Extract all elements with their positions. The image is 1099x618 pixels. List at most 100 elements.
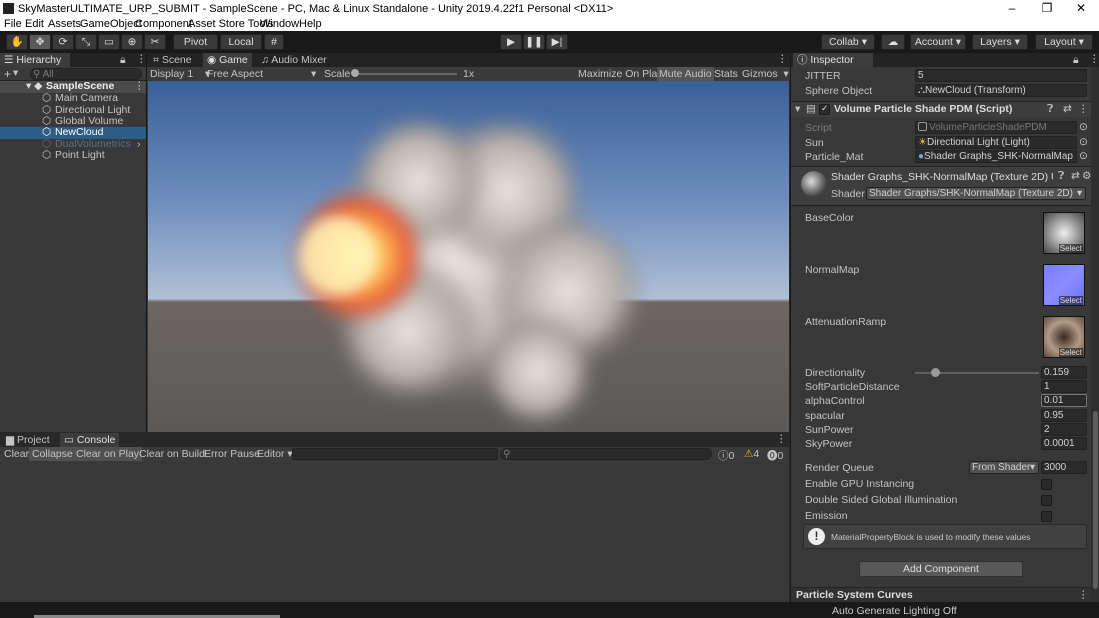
layers-dropdown[interactable]: Layers ▾ bbox=[972, 34, 1028, 50]
attenuationramp-texture-slot[interactable]: Select bbox=[1043, 316, 1085, 358]
maximize-icon[interactable]: ❐ bbox=[1030, 0, 1064, 17]
double-sided-gi-checkbox[interactable] bbox=[1041, 495, 1052, 506]
aspect-chevron-icon[interactable]: ▾ bbox=[311, 68, 316, 80]
mute-audio-toggle[interactable]: Mute Audio bbox=[657, 67, 714, 81]
step-icon[interactable]: ▶| bbox=[546, 34, 568, 50]
tab-project[interactable]: ▆ Project bbox=[2, 433, 54, 447]
preset-icon[interactable]: ⇄ bbox=[1063, 103, 1072, 115]
menu-gameobject[interactable]: GameObject bbox=[80, 18, 142, 30]
console-filter-input[interactable] bbox=[292, 448, 498, 460]
account-dropdown[interactable]: Account ▾ bbox=[910, 34, 966, 50]
shader-dropdown[interactable]: Shader Graphs/SHK-NormalMap (Texture 2D)… bbox=[866, 187, 1086, 200]
info-count-toggle[interactable]: ⓘ0 bbox=[718, 448, 734, 463]
sphere-object-field[interactable]: ⛬NewCloud (Transform) bbox=[915, 84, 1087, 97]
sun-field[interactable]: ☀Directional Light (Light) bbox=[915, 136, 1077, 149]
help-icon[interactable]: ❓︎ bbox=[1058, 170, 1064, 183]
alphacontrol-field[interactable]: 0.01 bbox=[1041, 394, 1087, 407]
console-search-input[interactable]: ⚲ bbox=[500, 448, 712, 460]
play-icon[interactable]: ▶ bbox=[500, 34, 522, 50]
display-dropdown[interactable]: Display 1 ▾ bbox=[150, 68, 210, 80]
rotate-tool-icon[interactable]: ⟳ bbox=[52, 34, 74, 50]
gear-icon[interactable]: ⚙ bbox=[1082, 170, 1091, 182]
collapse-toggle[interactable]: Collapse bbox=[29, 447, 76, 461]
scale-tool-icon[interactable]: ⤡ bbox=[75, 34, 97, 50]
clear-on-play-toggle[interactable]: Clear on Play bbox=[73, 447, 143, 461]
rect-tool-icon[interactable]: ▭ bbox=[98, 34, 120, 50]
menu-edit[interactable]: Edit bbox=[25, 18, 44, 30]
menu-window[interactable]: Window bbox=[260, 18, 299, 30]
emission-checkbox[interactable] bbox=[1041, 511, 1052, 522]
menu-component[interactable]: Component bbox=[135, 18, 192, 30]
render-queue-field[interactable]: 3000 bbox=[1041, 461, 1087, 474]
object-picker-icon[interactable]: ⊙ bbox=[1079, 121, 1088, 133]
chevron-down-icon[interactable]: ▾ bbox=[13, 67, 18, 79]
gpu-instancing-checkbox[interactable] bbox=[1041, 479, 1052, 490]
minimize-icon[interactable]: – bbox=[995, 0, 1029, 17]
scene-menu-icon[interactable]: ⋮ bbox=[134, 80, 145, 92]
menu-help[interactable]: Help bbox=[299, 18, 322, 30]
tab-console[interactable]: ▭ Console bbox=[60, 433, 120, 447]
tab-game[interactable]: ◉ Game bbox=[203, 53, 252, 67]
game-viewport[interactable] bbox=[148, 81, 789, 432]
normalmap-texture-slot[interactable]: Select bbox=[1043, 264, 1085, 306]
object-picker-icon[interactable]: ⊙ bbox=[1079, 150, 1088, 162]
transform-tool-icon[interactable]: ⊕ bbox=[121, 34, 143, 50]
menu-file[interactable]: File bbox=[4, 18, 22, 30]
basecolor-texture-slot[interactable]: Select bbox=[1043, 212, 1085, 254]
particle-curves-header[interactable]: Particle System Curves ⋮ bbox=[791, 587, 1091, 602]
auto-lighting-status[interactable]: Auto Generate Lighting Off bbox=[832, 605, 957, 617]
render-queue-dropdown[interactable]: From Shader ▾ bbox=[969, 461, 1039, 474]
tab-scene[interactable]: ⌗ Scene bbox=[149, 53, 196, 67]
local-toggle-button[interactable]: Local bbox=[220, 34, 262, 50]
error-count-toggle[interactable]: ⓿0 bbox=[767, 448, 783, 463]
custom-tool-icon[interactable]: ✂ bbox=[144, 34, 166, 50]
collab-dropdown[interactable]: Collab ▾ bbox=[821, 34, 875, 50]
foldout-icon[interactable]: ▾ bbox=[795, 103, 800, 115]
tab-audio-mixer[interactable]: ♫ Audio Mixer bbox=[257, 53, 331, 67]
clear-on-build-toggle[interactable]: Clear on Build bbox=[139, 448, 205, 460]
tab-inspector[interactable]: ⓘ Inspector bbox=[793, 53, 873, 67]
warning-count-toggle[interactable]: ⚠4 bbox=[744, 448, 759, 460]
hand-tool-icon[interactable]: ✋ bbox=[6, 34, 28, 50]
lock-icon[interactable]: 🔒︎ bbox=[1073, 54, 1079, 67]
error-pause-toggle[interactable]: Error Pause bbox=[204, 448, 260, 460]
component-enabled-checkbox[interactable]: ✓ bbox=[819, 103, 830, 115]
inspector-scrollbar-handle[interactable] bbox=[1093, 411, 1098, 589]
move-tool-icon[interactable]: ✥ bbox=[29, 34, 51, 50]
component-header[interactable]: ▾ ▤ ✓ Volume Particle Shade PDM (Script)… bbox=[791, 101, 1091, 117]
kebab-menu-icon[interactable]: ⋮ bbox=[777, 53, 788, 65]
spacular-field[interactable]: 0.95 bbox=[1041, 409, 1087, 422]
scale-slider[interactable] bbox=[353, 73, 457, 75]
close-icon[interactable]: ✕ bbox=[1064, 0, 1098, 17]
component-menu-icon[interactable]: ⋮ bbox=[1078, 103, 1089, 115]
directionality-field[interactable]: 0.159 bbox=[1041, 366, 1087, 379]
directionality-slider-handle[interactable] bbox=[930, 368, 940, 377]
editor-dropdown[interactable]: Editor ▾ bbox=[257, 448, 293, 460]
stats-toggle[interactable]: Stats bbox=[714, 68, 738, 80]
preset-icon[interactable]: ⇄ bbox=[1071, 170, 1080, 182]
sunpower-field[interactable]: 2 bbox=[1041, 423, 1087, 436]
particle-mat-field[interactable]: ●Shader Graphs_SHK-NormalMap (Te bbox=[915, 150, 1077, 163]
list-item[interactable]: ⬡ Point Light bbox=[0, 149, 146, 162]
maximize-on-play-toggle[interactable]: Maximize On Play bbox=[578, 68, 663, 80]
help-icon[interactable]: ❓︎ bbox=[1047, 103, 1053, 116]
scale-slider-handle[interactable] bbox=[351, 69, 359, 77]
layout-dropdown[interactable]: Layout ▾ bbox=[1035, 34, 1093, 50]
lock-icon[interactable]: 🔒︎ bbox=[120, 54, 126, 67]
aspect-dropdown[interactable]: Free Aspect bbox=[207, 68, 263, 80]
grid-snap-icon[interactable]: # bbox=[264, 34, 284, 50]
pivot-toggle-button[interactable]: Pivot bbox=[173, 34, 218, 50]
softparticledistance-field[interactable]: 1 bbox=[1041, 380, 1087, 393]
add-component-button[interactable]: Add Component bbox=[859, 561, 1023, 577]
jitter-field[interactable]: 5 bbox=[915, 69, 1087, 82]
menu-assets[interactable]: Assets bbox=[48, 18, 81, 30]
object-picker-icon[interactable]: ⊙ bbox=[1079, 136, 1088, 148]
kebab-menu-icon[interactable]: ⋮ bbox=[1078, 589, 1089, 601]
gizmos-dropdown[interactable]: Gizmos ▾ bbox=[742, 68, 789, 80]
tab-hierarchy[interactable]: ☰ Hierarchy bbox=[0, 53, 70, 67]
chevron-right-icon[interactable]: › bbox=[137, 138, 141, 150]
add-object-button[interactable]: + bbox=[4, 67, 11, 81]
kebab-menu-icon[interactable]: ⋮ bbox=[776, 433, 787, 445]
kebab-menu-icon[interactable]: ⋮ bbox=[136, 53, 147, 65]
cloud-icon[interactable]: ☁ bbox=[881, 34, 905, 50]
